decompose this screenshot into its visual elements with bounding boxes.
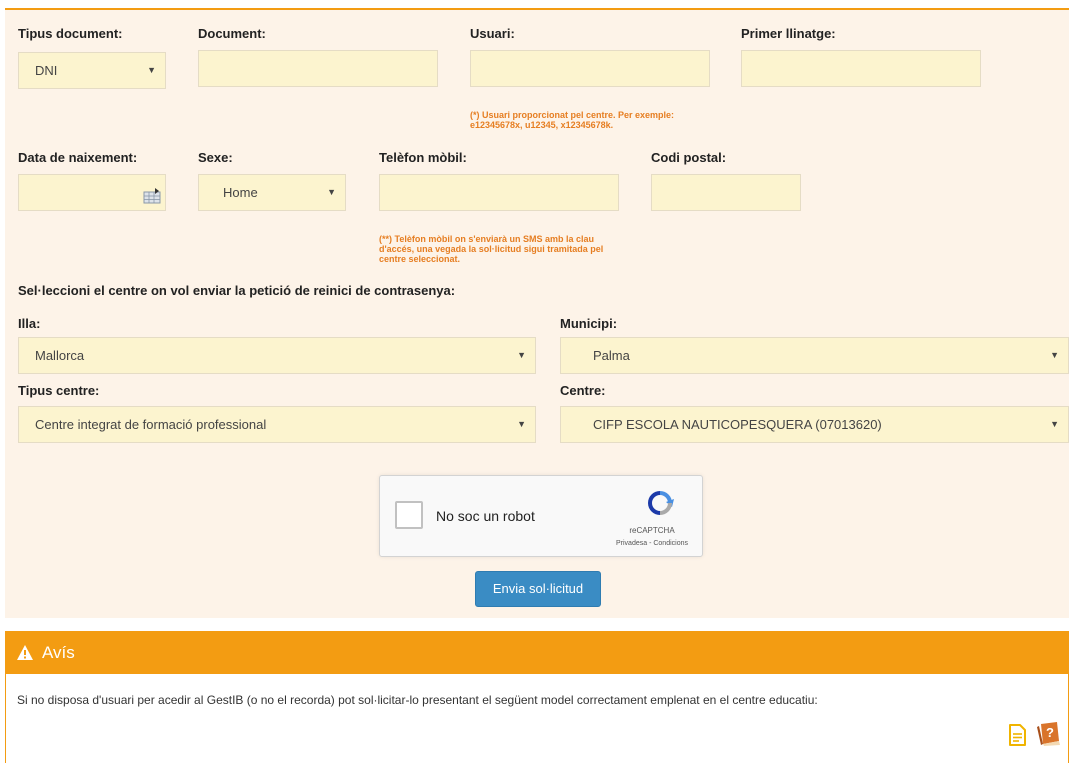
chevron-down-icon: ▼	[327, 187, 336, 197]
center-type-label: Tipus centre:	[18, 383, 100, 398]
phone-label: Telèfon mòbil:	[379, 150, 467, 165]
center-label: Centre:	[560, 383, 606, 398]
chevron-down-icon: ▼	[1050, 419, 1059, 429]
help-book-icon[interactable]: ?	[1036, 721, 1062, 747]
document-icon[interactable]	[1007, 724, 1027, 746]
sex-select[interactable]: Home ▼	[198, 174, 346, 211]
center-select[interactable]: CIFP ESCOLA NAUTICOPESQUERA (07013620) ▼	[560, 406, 1069, 443]
submit-request-button[interactable]: Envia sol·licitud	[475, 571, 601, 607]
phone-note: (**) Telèfon mòbil on s'enviarà un SMS a…	[379, 234, 604, 264]
calendar-icon[interactable]	[143, 188, 161, 204]
chevron-down-icon: ▼	[147, 65, 156, 75]
recaptcha-logo-icon	[648, 491, 674, 515]
surname-input[interactable]	[741, 50, 981, 87]
recaptcha-checkbox[interactable]	[395, 501, 423, 529]
user-label: Usuari:	[470, 26, 515, 41]
surname-label: Primer llinatge:	[741, 26, 836, 41]
document-label: Document:	[198, 26, 266, 41]
sex-value: Home	[223, 185, 258, 200]
doc-type-select[interactable]: DNI ▼	[18, 52, 166, 89]
warning-icon	[17, 645, 33, 660]
center-type-select[interactable]: Centre integrat de formació professional…	[18, 406, 536, 443]
center-type-value: Centre integrat de formació professional	[35, 417, 267, 432]
recaptcha-brand: reCAPTCHA	[629, 526, 675, 535]
doc-type-label: Tipus document:	[18, 26, 123, 41]
document-input[interactable]	[198, 50, 438, 87]
center-prompt: Sel·leccioni el centre on vol enviar la …	[18, 283, 456, 298]
recaptcha-label: No soc un robot	[436, 508, 535, 524]
birthdate-input[interactable]	[18, 174, 166, 211]
recaptcha-links[interactable]: Privadesa - Condicions	[602, 540, 702, 547]
phone-input[interactable]	[379, 174, 619, 211]
island-label: Illa:	[18, 316, 41, 331]
notice-header: Avís	[6, 632, 1068, 674]
municipality-value: Palma	[593, 348, 630, 363]
municipality-select[interactable]: Palma ▼	[560, 337, 1069, 374]
center-value: CIFP ESCOLA NAUTICOPESQUERA (07013620)	[593, 417, 882, 432]
chevron-down-icon: ▼	[517, 419, 526, 429]
island-select[interactable]: Mallorca ▼	[18, 337, 536, 374]
reset-password-form: Tipus document: DNI ▼ Document: Usuari: …	[5, 8, 1069, 618]
chevron-down-icon: ▼	[1050, 350, 1059, 360]
postal-label: Codi postal:	[651, 150, 727, 165]
birthdate-label: Data de naixement:	[18, 150, 138, 165]
notice-title: Avís	[42, 643, 75, 662]
notice-panel: Avís Si no disposa d'usuari per acedir a…	[5, 631, 1069, 763]
doc-type-value: DNI	[35, 63, 58, 78]
sex-label: Sexe:	[198, 150, 233, 165]
svg-text:?: ?	[1046, 725, 1054, 740]
user-input[interactable]	[470, 50, 710, 87]
postal-input[interactable]	[651, 174, 801, 211]
municipality-label: Municipi:	[560, 316, 618, 331]
notice-text: Si no disposa d'usuari per acedir al Ges…	[17, 693, 818, 707]
recaptcha-widget: No soc un robot reCAPTCHA Privadesa - Co…	[379, 475, 703, 557]
user-note: (*) Usuari proporcionat pel centre. Per …	[470, 110, 675, 130]
chevron-down-icon: ▼	[517, 350, 526, 360]
island-value: Mallorca	[35, 348, 85, 363]
